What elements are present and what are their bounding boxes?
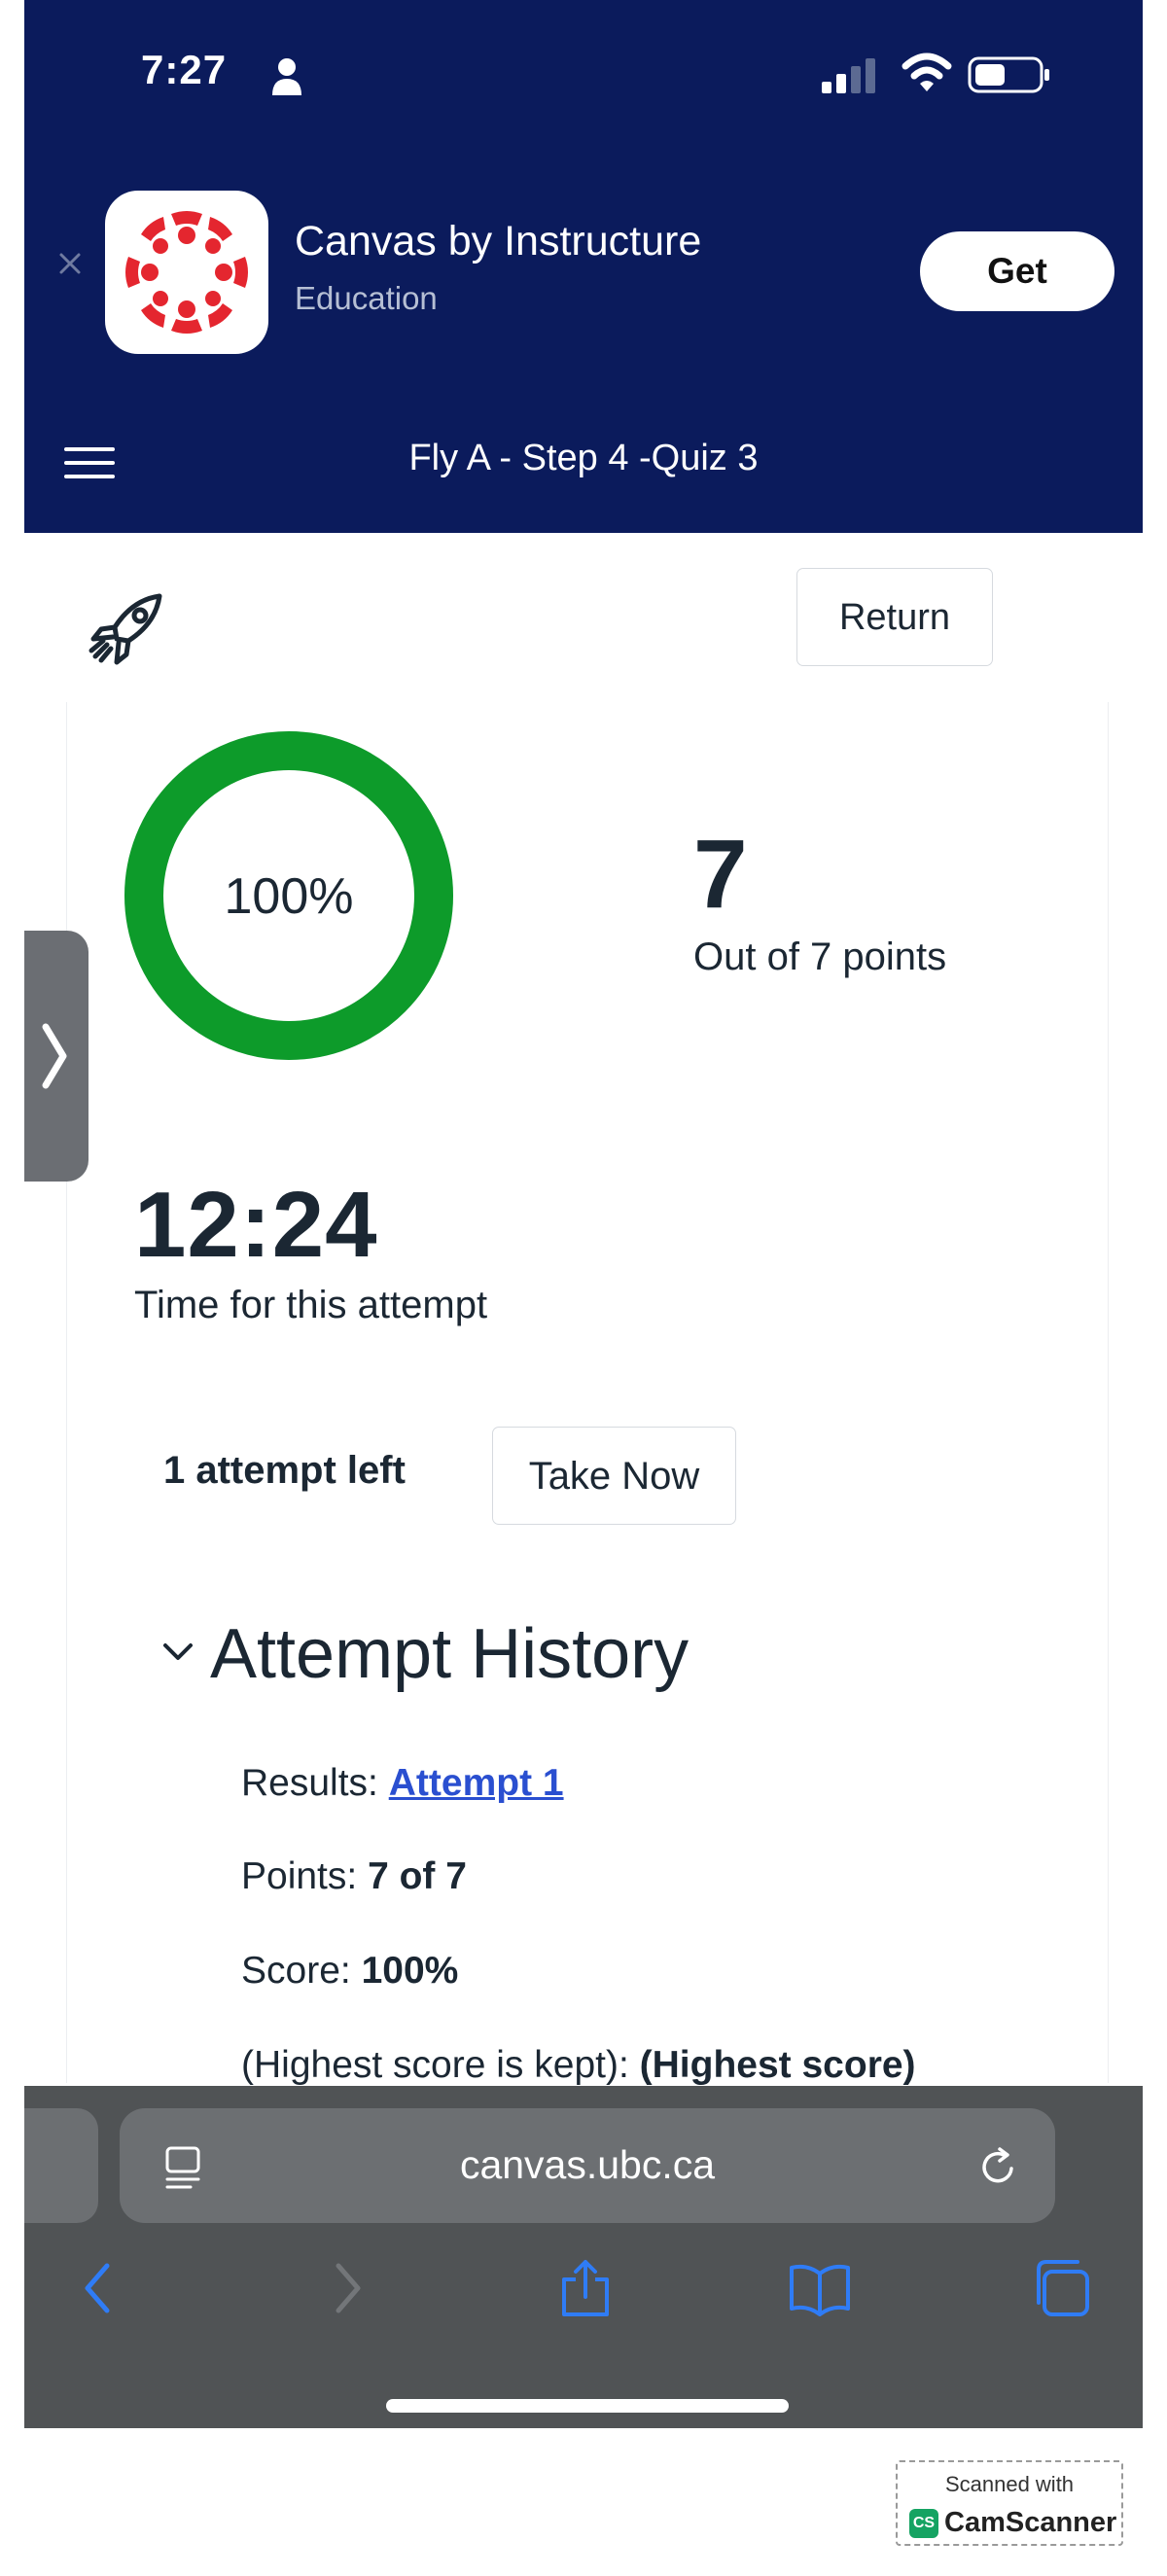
policy-value: (Highest score)	[639, 2044, 916, 2086]
attempt-1-link[interactable]: Attempt 1	[389, 1762, 564, 1804]
attempt-history-heading[interactable]: Attempt History	[210, 1614, 689, 1694]
watermark-line2: CamScanner	[944, 2507, 1117, 2538]
score-value: 100%	[361, 1950, 459, 1992]
get-app-button[interactable]: Get	[920, 231, 1114, 311]
wifi-icon	[902, 53, 952, 91]
history-points-row: Points: 7 of 7	[241, 1855, 467, 1898]
chevron-right-icon[interactable]	[40, 1021, 69, 1091]
points-label: Points:	[241, 1855, 358, 1897]
status-time: 7:27	[141, 47, 228, 92]
previous-tab-preview[interactable]	[24, 2108, 98, 2223]
canvas-app-logo	[105, 191, 268, 354]
return-button[interactable]: Return	[796, 568, 993, 666]
history-results-row: Results: Attempt 1	[241, 1762, 564, 1805]
back-icon[interactable]	[80, 2258, 115, 2318]
battery-icon	[968, 56, 1049, 93]
history-score-row: Score: 100%	[241, 1950, 458, 1993]
tabs-icon[interactable]	[1031, 2258, 1091, 2318]
results-label: Results:	[241, 1762, 378, 1804]
camscanner-logo: CS	[909, 2509, 938, 2538]
history-policy-row: (Highest score is kept): (Highest score)	[241, 2044, 916, 2087]
forward-icon[interactable]	[331, 2258, 366, 2318]
share-icon[interactable]	[558, 2258, 613, 2318]
points-caption: Out of 7 points	[693, 935, 947, 978]
home-indicator	[386, 2399, 789, 2413]
person-icon	[272, 58, 301, 95]
camscanner-watermark: Scanned with CS CamScanner	[896, 2460, 1123, 2546]
attempt-time: 12:24	[134, 1173, 378, 1277]
rocket-icon	[88, 593, 162, 665]
watermark-line1: Scanned with	[944, 2472, 1075, 2496]
attempt-time-caption: Time for this attempt	[134, 1284, 488, 1326]
app-category: Education	[295, 280, 438, 316]
page-title: Fly A - Step 4 -Quiz 3	[408, 438, 759, 478]
app-name: Canvas by Instructure	[295, 218, 702, 265]
points-earned: 7	[693, 820, 748, 929]
close-icon[interactable]	[53, 247, 87, 280]
take-now-button[interactable]: Take Now	[492, 1427, 736, 1525]
policy-label: (Highest score is kept):	[241, 2044, 629, 2086]
points-value: 7 of 7	[368, 1855, 467, 1897]
chevron-down-icon[interactable]	[161, 1641, 194, 1663]
score-percentage: 100%	[224, 868, 354, 925]
bookmarks-icon[interactable]	[788, 2258, 852, 2318]
score-label: Score:	[241, 1950, 351, 1992]
url-text[interactable]: canvas.ubc.ca	[120, 2142, 1055, 2188]
reload-icon[interactable]	[976, 2145, 1019, 2188]
attempts-left-label: 1 attempt left	[163, 1449, 406, 1492]
cellular-signal-icon	[822, 58, 875, 93]
